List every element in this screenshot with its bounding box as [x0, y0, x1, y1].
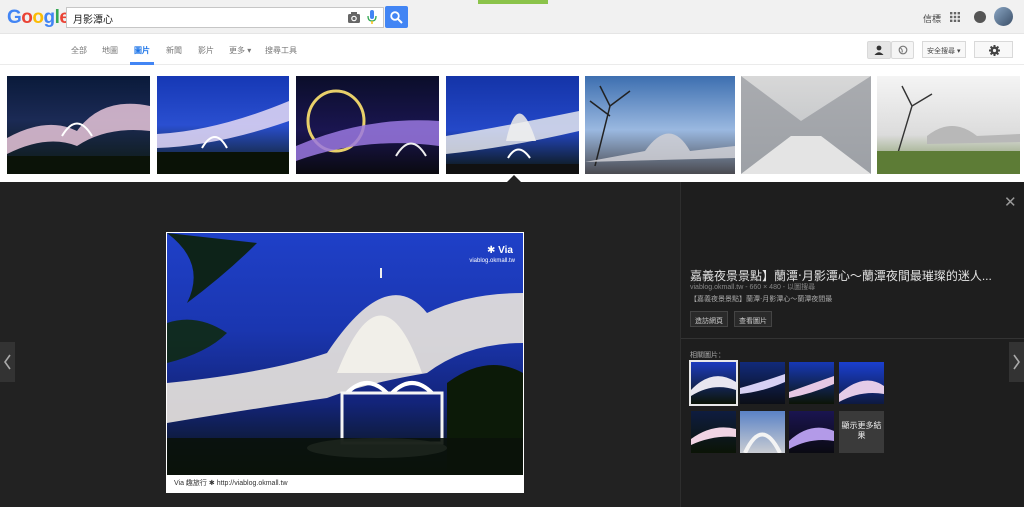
watermark-url: viablog.okmall.tw: [469, 258, 515, 264]
apps-grid-icon[interactable]: [950, 12, 960, 22]
view-image-button[interactable]: 查看圖片: [734, 311, 772, 327]
related-image-2[interactable]: [740, 362, 785, 404]
thumb-6[interactable]: [741, 76, 871, 174]
safe-search-dropdown[interactable]: 安全搜尋 ▾: [922, 41, 966, 58]
related-image-5[interactable]: [691, 411, 736, 453]
preview-meta: viablog.okmall.tw - 660 × 480 - 以圖搜尋: [690, 284, 816, 291]
chevron-left-icon: [4, 354, 11, 370]
previous-image-button[interactable]: [0, 342, 15, 382]
related-image-7[interactable]: [789, 411, 834, 453]
related-image-1[interactable]: [689, 360, 738, 406]
preview-photo: ✱ Via viablog.okmall.tw: [167, 233, 523, 475]
globe-icon: [898, 45, 908, 55]
account-view-toggle[interactable]: [867, 41, 891, 59]
settings-button[interactable]: [974, 41, 1013, 58]
tab-videos[interactable]: 影片: [198, 45, 214, 56]
globe-view-toggle[interactable]: [891, 41, 914, 59]
thumb-1[interactable]: [7, 76, 150, 174]
search-tabs: 全部 地圖 圖片 新聞 影片 更多 ▾ 搜尋工具 安全搜尋 ▾: [0, 35, 1024, 65]
search-icon: [390, 11, 403, 24]
preview-sidebar: [680, 182, 1024, 507]
thumb-4[interactable]: [446, 76, 579, 174]
account-icon[interactable]: [994, 7, 1013, 26]
selected-thumb-pointer: [507, 175, 521, 182]
related-image-6[interactable]: [740, 411, 785, 453]
visit-page-button[interactable]: 造訪網頁: [690, 311, 728, 327]
camera-icon[interactable]: [347, 11, 361, 24]
thumb-3[interactable]: [296, 76, 439, 174]
preview-image[interactable]: ✱ Via viablog.okmall.tw Via 趣旅行 ✱ http:/…: [166, 232, 524, 493]
tab-more[interactable]: 更多 ▾: [229, 45, 251, 56]
top-bar: Google 月影潭心 信標: [0, 0, 1024, 34]
next-image-button[interactable]: [1009, 342, 1024, 382]
search-input[interactable]: 月影潭心: [66, 7, 384, 28]
tab-search-tools[interactable]: 搜尋工具: [265, 45, 297, 56]
show-more-results-button[interactable]: 顯示更多結果: [839, 411, 884, 453]
image-caption: Via 趣旅行 ✱ http://viablog.okmall.tw: [174, 480, 288, 487]
sidebar-divider: [681, 338, 1024, 339]
loading-bar: [478, 0, 548, 4]
thumb-5[interactable]: [585, 76, 735, 174]
active-tab-indicator: [130, 62, 154, 65]
related-images-label: 相關圖片：: [690, 352, 725, 359]
tab-images[interactable]: 圖片: [134, 45, 150, 56]
tab-news[interactable]: 新聞: [166, 45, 182, 56]
signin-link[interactable]: 信標: [923, 12, 941, 25]
account-icon: [874, 45, 884, 55]
tab-maps[interactable]: 地圖: [102, 45, 118, 56]
watermark-title: ✱ Via: [487, 245, 513, 256]
search-query-text: 月影潭心: [73, 15, 113, 26]
thumb-2[interactable]: [157, 76, 289, 174]
related-image-4[interactable]: [839, 362, 884, 404]
preview-description: 【嘉義夜景景點】蘭潭‧月影潭心～蘭潭夜間最: [690, 296, 833, 303]
mic-icon[interactable]: [367, 10, 377, 25]
chevron-right-icon: [1013, 354, 1020, 370]
search-button[interactable]: [385, 6, 408, 28]
google-logo[interactable]: Google: [7, 7, 70, 29]
thumb-7[interactable]: [877, 76, 1020, 174]
related-image-3[interactable]: [789, 362, 834, 404]
bell-icon[interactable]: [974, 11, 986, 23]
tab-all[interactable]: 全部: [71, 45, 87, 56]
close-icon[interactable]: ✕: [1004, 193, 1017, 211]
gear-icon: [989, 45, 1000, 56]
thumbnail-strip: [0, 66, 1024, 182]
